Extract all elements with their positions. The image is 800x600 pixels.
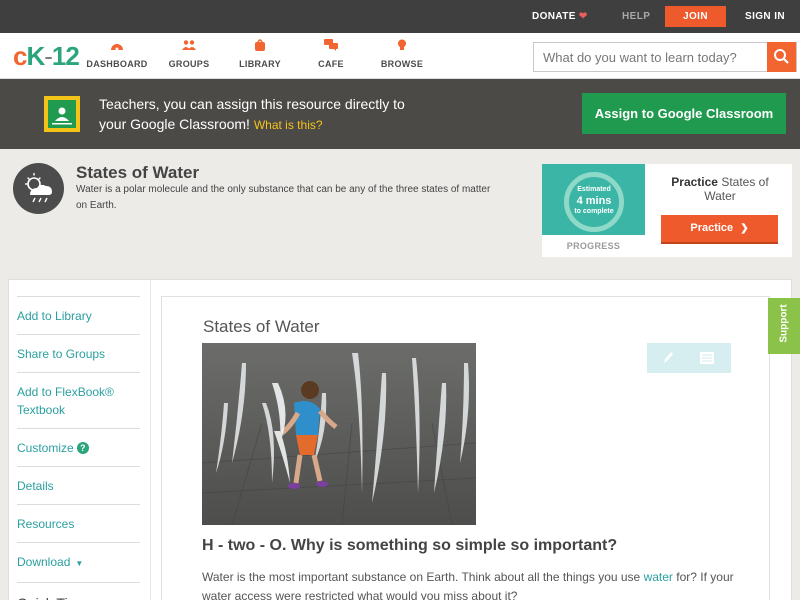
- bag-icon: [255, 39, 265, 51]
- nav-browse-label: BROWSE: [380, 59, 424, 69]
- gauge-icon: [111, 44, 123, 51]
- nav-cafe[interactable]: CAFE: [296, 39, 366, 69]
- progress-label: PROGRESS: [566, 241, 621, 251]
- search-button[interactable]: [767, 42, 796, 72]
- progress-to-complete: to complete: [574, 208, 614, 215]
- practice-title-bold: Practice: [671, 175, 718, 189]
- nav-library[interactable]: LIBRARY: [225, 39, 295, 69]
- sidebar-divider: [150, 280, 151, 600]
- sidebar-item-resources[interactable]: Resources: [17, 504, 140, 542]
- pencil-icon[interactable]: [661, 350, 675, 366]
- support-tab[interactable]: Support: [768, 298, 800, 354]
- sidebar-item-share-to-groups[interactable]: Share to Groups: [17, 334, 140, 372]
- nav-browse[interactable]: BROWSE: [367, 39, 437, 69]
- banner-text-line1: Teachers, you can assign this resource d…: [99, 96, 405, 112]
- nav-dashboard-label: DASHBOARD: [86, 59, 148, 69]
- logo-number: 12: [51, 41, 80, 71]
- chevron-right-icon: ❯: [740, 223, 749, 234]
- nav-groups[interactable]: GROUPS: [154, 39, 224, 69]
- help-link[interactable]: HELP: [622, 0, 650, 33]
- sidebar-item-download[interactable]: Download ▼: [17, 542, 140, 582]
- article: States of Water H - two - O. Why is some…: [161, 296, 770, 600]
- logo-k: K: [26, 41, 45, 71]
- practice-title: Practice States of Water: [657, 175, 783, 203]
- ck12-logo[interactable]: cK-12: [13, 41, 80, 72]
- concept-title: States of Water: [76, 163, 200, 182]
- donate-link[interactable]: DONATE ❤: [532, 0, 588, 33]
- para-text-before: Water is the most important substance on…: [202, 570, 644, 584]
- banner-text: Teachers, you can assign this resource d…: [99, 94, 405, 135]
- sidebar-item-add-to-flexbook[interactable]: Add to FlexBook® Textbook: [17, 372, 140, 428]
- notes-icon[interactable]: [699, 350, 715, 366]
- classroom-banner: Teachers, you can assign this resource d…: [0, 79, 800, 149]
- nav-cafe-label: CAFE: [318, 59, 344, 69]
- sidebar-item-customize[interactable]: Customize?: [17, 428, 140, 466]
- group-icon: [182, 40, 196, 50]
- nav-groups-label: GROUPS: [168, 59, 210, 69]
- search-box: [533, 42, 797, 72]
- lightbulb-icon: [398, 39, 406, 50]
- article-title: States of Water: [203, 317, 320, 336]
- practice-button[interactable]: Practice ❯: [661, 215, 778, 244]
- nav-dashboard[interactable]: DASHBOARD: [82, 39, 152, 69]
- nav-library-label: LIBRARY: [239, 59, 281, 69]
- join-button[interactable]: JOIN: [665, 6, 726, 27]
- what-is-this-link[interactable]: What is this?: [254, 118, 323, 132]
- logo-c: c: [13, 41, 28, 71]
- quick-tips-heading: Quick Tips: [17, 582, 140, 600]
- article-tools: [647, 343, 731, 373]
- sign-in-link[interactable]: SIGN IN: [745, 0, 785, 33]
- progress-estimated: Estimated: [577, 186, 611, 193]
- progress-ring: Estimated 4 mins to complete: [564, 172, 624, 232]
- caret-down-icon: ▼: [75, 559, 84, 568]
- assign-google-classroom-button[interactable]: Assign to Google Classroom: [582, 93, 786, 134]
- weather-concept-icon: [13, 163, 64, 214]
- support-label: Support: [778, 304, 790, 343]
- sidebar-item-add-to-library[interactable]: Add to Library: [17, 296, 140, 334]
- practice-card: Estimated 4 mins to complete PROGRESS Pr…: [542, 164, 792, 257]
- sidebar-item-details[interactable]: Details: [17, 466, 140, 504]
- heart-icon: ❤: [578, 11, 588, 22]
- sidebar: Add to Library Share to Groups Add to Fl…: [17, 296, 140, 600]
- article-subheading: H - two - O. Why is something so simple …: [202, 537, 618, 554]
- main-nav: cK-12 DASHBOARD GROUPS LIBRARY CAFE BROW…: [0, 33, 800, 79]
- chat-icon: [324, 39, 338, 51]
- help-icon[interactable]: ?: [76, 442, 89, 454]
- download-label: Download: [17, 555, 71, 569]
- banner-text-line2: your Google Classroom!: [99, 116, 250, 132]
- child-fountain-photo: [202, 343, 476, 525]
- customize-label: Customize: [17, 441, 74, 455]
- progress-badge[interactable]: Estimated 4 mins to complete: [542, 164, 645, 235]
- search-icon: [774, 49, 789, 64]
- progress-mins: 4 mins: [576, 195, 612, 207]
- top-bar: DONATE ❤ HELP JOIN SIGN IN: [0, 0, 800, 33]
- logo-dash: -: [44, 41, 53, 71]
- donate-label: DONATE: [532, 11, 576, 22]
- content-panel: Add to Library Share to Groups Add to Fl…: [8, 279, 792, 600]
- google-classroom-icon: [44, 96, 80, 132]
- article-paragraph: Water is the most important substance on…: [202, 568, 742, 600]
- water-link[interactable]: water: [644, 570, 673, 584]
- practice-button-label: Practice: [690, 222, 734, 234]
- search-input[interactable]: [534, 43, 768, 71]
- concept-description: Water is a polar molecule and the only s…: [76, 184, 491, 211]
